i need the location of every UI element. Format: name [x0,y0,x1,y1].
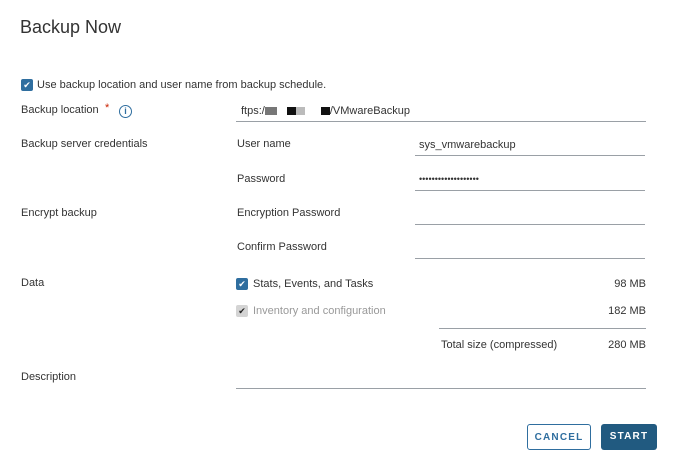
password-input[interactable]: ••••••••••••••••••• [419,172,479,186]
username-input[interactable]: sys_vmwarebackup [419,138,516,152]
start-button[interactable]: START [601,424,657,450]
use-schedule-checkbox[interactable]: ✔ [21,79,33,91]
use-schedule-label: Use backup location and user name from b… [37,79,327,91]
redacted [286,107,296,116]
redacted [295,107,305,116]
total-label: Total size (compressed) [441,339,558,351]
location-suffix: /VMwareBackup [329,105,410,117]
username-label: User name [237,138,291,150]
required-mark: * [105,102,110,114]
data-label: Data [21,277,45,289]
password-label: Password [237,173,286,185]
backup-location-input[interactable]: ftps:/ /VMwareBackup [241,104,410,118]
encrypt-label: Encrypt backup [21,207,97,219]
redacted [264,107,277,116]
backup-location-underline [236,121,646,122]
encryption-password-label: Encryption Password [237,207,341,219]
credentials-label: Backup server credentials [21,138,148,150]
stats-size: 98 MB [614,278,646,290]
location-prefix: ftps:/ [241,105,265,117]
backup-location-label: Backup location [21,104,99,116]
description-label: Description [21,371,77,383]
inventory-checkbox: ✔ [236,305,248,317]
username-underline [415,155,645,156]
password-underline [415,190,645,191]
stats-label: Stats, Events, and Tasks [253,278,374,290]
info-icon[interactable]: i [119,105,132,118]
total-size: 280 MB [608,339,646,351]
inventory-label: Inventory and configuration [253,305,386,317]
dialog-title: Backup Now [20,17,122,37]
confirm-password-input[interactable] [415,258,645,259]
redacted [320,107,330,116]
encryption-password-input[interactable] [415,224,645,225]
inventory-size: 182 MB [608,305,646,317]
stats-checkbox[interactable]: ✔ [236,278,248,290]
total-divider [439,328,646,329]
cancel-button[interactable]: CANCEL [527,424,591,450]
confirm-password-label: Confirm Password [237,241,327,253]
description-input[interactable] [236,388,646,389]
